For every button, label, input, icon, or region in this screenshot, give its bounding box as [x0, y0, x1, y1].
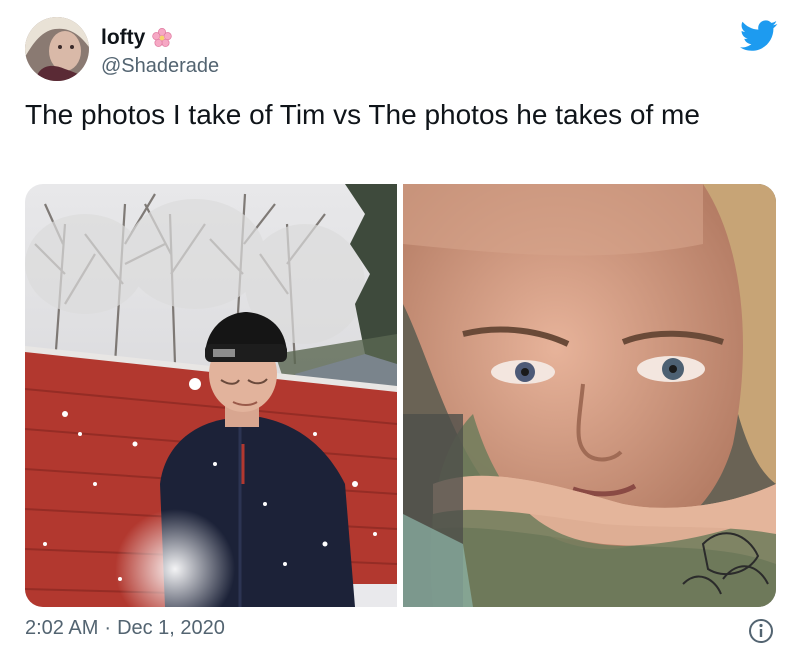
avatar[interactable] [25, 17, 89, 81]
tweet-time[interactable]: 2:02 AM [25, 617, 98, 640]
author-handle[interactable]: @Shaderade [101, 55, 219, 78]
cherry-blossom-icon [152, 28, 173, 47]
tweet-text: The photos I take of Tim vs The photos h… [25, 99, 700, 130]
photo-left[interactable] [25, 184, 397, 607]
tweet-media[interactable] [25, 184, 776, 607]
photo-man-in-snow [25, 184, 397, 607]
timestamp-separator: · [104, 617, 112, 639]
author-name-row[interactable]: lofty [101, 26, 173, 50]
avatar-image [25, 17, 89, 81]
photo-close-up-face [403, 184, 776, 607]
timestamp-row[interactable]: 2:02 AM · Dec 1, 2020 [25, 617, 225, 640]
info-icon[interactable] [748, 618, 774, 644]
photo-right[interactable] [403, 184, 776, 607]
twitter-bird-icon[interactable] [740, 20, 778, 52]
tweet-card: lofty @Shaderade The photos I take of Ti… [0, 0, 800, 658]
tweet-date[interactable]: Dec 1, 2020 [117, 617, 225, 640]
display-name[interactable]: lofty [101, 26, 145, 50]
